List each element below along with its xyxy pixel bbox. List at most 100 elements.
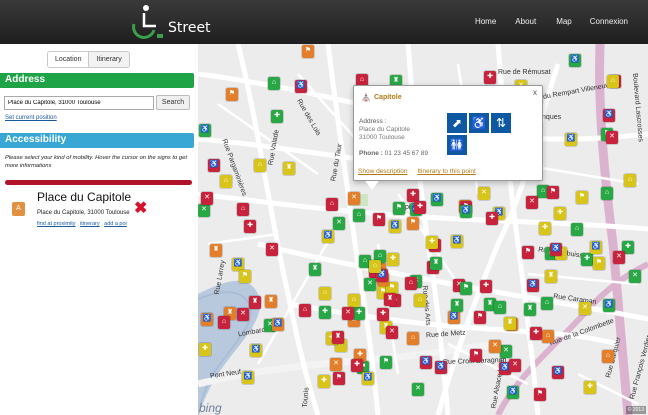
poi-marker[interactable]: ♿ [322, 230, 334, 243]
poi-marker[interactable]: ♿ [435, 361, 447, 374]
poi-marker[interactable]: ✚ [271, 110, 283, 123]
set-current-position-link[interactable]: Set current position [5, 115, 57, 121]
poi-marker[interactable]: ✕ [613, 251, 625, 264]
poi-marker[interactable]: ✕ [201, 192, 213, 205]
poi-marker[interactable]: ⌂ [369, 260, 381, 273]
poi-marker[interactable]: ⌂ [319, 287, 331, 300]
poi-marker[interactable]: ✚ [484, 71, 496, 84]
poi-marker[interactable]: ♜ [249, 296, 261, 309]
poi-marker[interactable]: ♿ [201, 313, 213, 326]
poi-marker[interactable]: ✚ [486, 212, 498, 225]
poi-marker[interactable]: ⚑ [522, 246, 534, 259]
poi-marker[interactable]: ✚ [554, 207, 566, 220]
itinerary-link[interactable]: itinerary [80, 221, 100, 227]
poi-marker[interactable]: ⌂ [542, 330, 554, 343]
poi-marker[interactable]: ⌂ [407, 332, 419, 345]
poi-marker[interactable]: ✕ [198, 204, 210, 217]
poi-marker[interactable]: ✕ [500, 345, 512, 358]
add-poi-link[interactable]: add a poi [104, 221, 127, 227]
poi-marker[interactable]: ⚑ [407, 217, 419, 230]
poi-marker[interactable]: ✕ [412, 383, 424, 396]
poi-marker[interactable]: ✕ [606, 131, 618, 144]
poi-marker[interactable]: ⌂ [414, 294, 426, 307]
poi-marker[interactable]: ♜ [332, 331, 344, 344]
poi-marker[interactable]: ✚ [387, 253, 399, 266]
poi-marker[interactable]: ⌂ [220, 175, 232, 188]
poi-marker[interactable]: ♿ [552, 366, 564, 379]
poi-marker[interactable]: ⌂ [624, 174, 636, 187]
poi-marker[interactable]: ⚑ [393, 202, 405, 215]
poi-marker[interactable]: ♜ [545, 270, 557, 283]
find-at-proximity-link[interactable]: find at proximity [37, 221, 76, 227]
poi-marker[interactable]: ⌂ [571, 223, 583, 236]
poi-marker[interactable]: ⚑ [302, 45, 314, 58]
poi-marker[interactable]: ✚ [530, 327, 542, 340]
poi-marker[interactable]: ⌂ [254, 159, 266, 172]
poi-marker[interactable]: ⌂ [602, 350, 614, 363]
poi-marker[interactable]: ⌂ [268, 77, 280, 90]
poi-marker[interactable]: ♿ [199, 124, 211, 137]
poi-marker[interactable]: ♿ [603, 299, 615, 312]
poi-marker[interactable]: ⌂ [237, 203, 249, 216]
poi-marker[interactable]: ⌂ [326, 198, 338, 211]
poi-marker[interactable]: ♿ [603, 109, 615, 122]
poi-marker[interactable]: ✚ [377, 308, 389, 321]
poi-marker[interactable]: ♿ [250, 344, 262, 357]
poi-marker[interactable]: ⌂ [607, 75, 619, 88]
poi-marker[interactable]: ⚑ [534, 388, 546, 401]
poi-marker[interactable]: ✕ [629, 270, 641, 283]
poi-marker[interactable]: ✕ [330, 358, 342, 371]
nav-home[interactable]: Home [475, 0, 496, 44]
poi-marker[interactable]: ♿ [420, 356, 432, 369]
poi-marker[interactable]: ♜ [210, 244, 222, 257]
poi-marker[interactable]: ♜ [309, 263, 321, 276]
poi-marker[interactable]: ⚑ [576, 191, 588, 204]
poi-marker[interactable]: ✚ [353, 307, 365, 320]
poi-marker[interactable]: ✚ [539, 222, 551, 235]
poi-marker[interactable]: ♿ [295, 80, 307, 93]
poi-marker[interactable]: ✕ [342, 307, 354, 320]
poi-marker[interactable]: ♿ [448, 311, 460, 324]
poi-marker[interactable]: ♿ [569, 54, 581, 67]
poi-marker[interactable]: ✚ [199, 343, 211, 356]
poi-marker[interactable]: ♿ [272, 318, 284, 331]
address-search-input[interactable] [4, 96, 154, 110]
poi-marker[interactable]: ✕ [526, 196, 538, 209]
poi-marker[interactable]: ♿ [451, 235, 463, 248]
poi-marker[interactable]: ✚ [480, 280, 492, 293]
poi-marker[interactable]: ⚑ [373, 213, 385, 226]
poi-marker[interactable]: ♜ [504, 317, 516, 330]
poi-marker[interactable]: ⚑ [380, 356, 392, 369]
poi-marker[interactable]: ✕ [364, 278, 376, 291]
nav-connexion[interactable]: Connexion [590, 0, 628, 44]
poi-marker[interactable]: ⌂ [494, 301, 506, 314]
poi-marker[interactable]: ♜ [265, 295, 277, 308]
poi-marker[interactable]: ⌂ [405, 277, 417, 290]
poi-marker[interactable]: ⌂ [348, 294, 360, 307]
poi-marker[interactable]: ⚑ [226, 88, 238, 101]
poi-marker[interactable]: ⚑ [474, 311, 486, 324]
poi-marker[interactable]: ⚑ [547, 186, 559, 199]
nav-about[interactable]: About [515, 0, 536, 44]
poi-marker[interactable]: ⌂ [353, 209, 365, 222]
poi-marker[interactable]: ✚ [244, 220, 256, 233]
poi-marker[interactable]: ♿ [389, 220, 401, 233]
poi-marker[interactable]: ✕ [237, 308, 249, 321]
poi-marker[interactable]: ⚑ [239, 270, 251, 283]
poi-marker[interactable]: ⚑ [333, 372, 345, 385]
poi-marker[interactable]: ♿ [565, 133, 577, 146]
poi-marker[interactable]: ♿ [590, 241, 602, 254]
poi-marker[interactable]: ♜ [451, 299, 463, 312]
poi-marker[interactable]: ♿ [208, 159, 220, 172]
poi-marker[interactable]: ♿ [550, 243, 562, 256]
search-button[interactable]: Search [156, 95, 190, 110]
itinerary-to-point-link[interactable]: Itinerary to this point [417, 168, 476, 175]
show-description-link[interactable]: Show description [358, 168, 408, 175]
poi-marker[interactable]: ✚ [584, 381, 596, 394]
close-icon[interactable]: x [533, 88, 537, 97]
poi-marker[interactable]: ♜ [283, 162, 295, 175]
poi-marker[interactable]: ♿ [460, 205, 472, 218]
poi-marker[interactable]: ✕ [509, 359, 521, 372]
nav-map[interactable]: Map [556, 0, 572, 44]
poi-marker[interactable]: ✚ [414, 201, 426, 214]
